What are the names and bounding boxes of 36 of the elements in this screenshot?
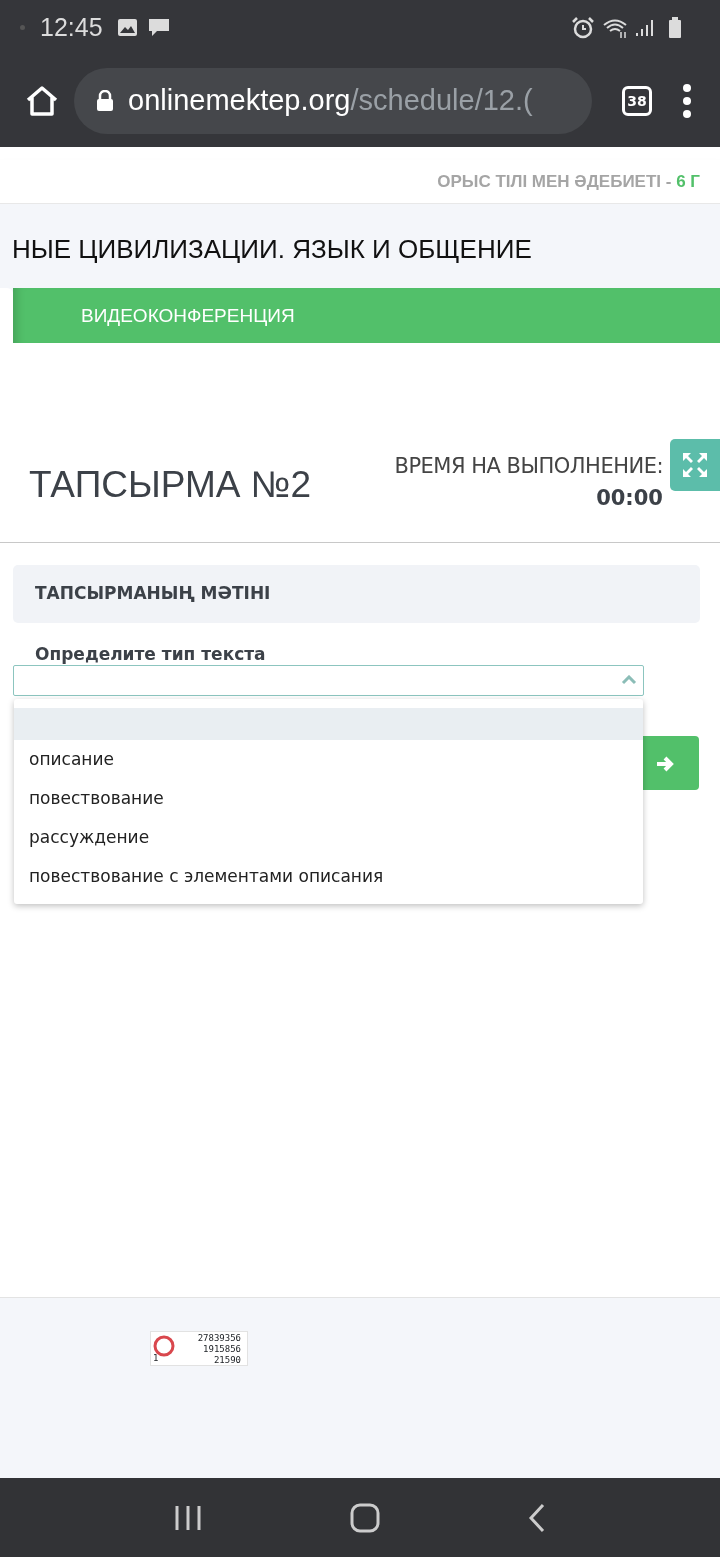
menu-icon[interactable] bbox=[682, 84, 692, 118]
home-button[interactable] bbox=[24, 84, 60, 118]
image-icon bbox=[116, 18, 138, 37]
dropdown-option[interactable]: описание bbox=[14, 740, 643, 779]
counter-number: 1915856 bbox=[202, 1344, 241, 1355]
back-icon[interactable] bbox=[528, 1502, 546, 1533]
signal-icon bbox=[634, 17, 654, 38]
timer-label: ВРЕМЯ НА ВЫПОЛНЕНИЕ: bbox=[394, 453, 663, 480]
status-dot-icon bbox=[20, 25, 25, 30]
lock-icon bbox=[96, 90, 114, 112]
timer-value: 00:00 bbox=[595, 484, 663, 512]
battery-icon bbox=[668, 16, 682, 39]
expand-icon bbox=[681, 451, 709, 479]
counter-digit: 1 bbox=[153, 1353, 159, 1364]
dropdown-option[interactable]: рассуждение bbox=[14, 818, 643, 857]
home-icon[interactable] bbox=[350, 1502, 380, 1533]
message-icon bbox=[147, 17, 170, 38]
subject-title: ОРЫС ТІЛІ МЕН ӘДЕБИЕТІ - 6 Г bbox=[437, 170, 700, 193]
lesson-title: НЫЕ ЦИВИЛИЗАЦИИ. ЯЗЫК И ОБЩЕНИЕ bbox=[11, 233, 533, 266]
address-bar[interactable]: onlinemektep.org/schedule/12.( bbox=[74, 68, 592, 134]
caret-icon bbox=[621, 675, 637, 685]
tabs-button[interactable]: 38 bbox=[622, 86, 652, 116]
task-title: ТАПСЫРМА №2 bbox=[29, 463, 313, 507]
counter-number: 27839356 bbox=[196, 1333, 241, 1344]
question-text: Определите тип текста bbox=[35, 642, 267, 665]
clock-time: 12:45 bbox=[40, 11, 103, 43]
select-field[interactable] bbox=[13, 664, 644, 696]
counter-number: 21590 bbox=[212, 1355, 241, 1366]
home-icon bbox=[25, 85, 59, 117]
dropdown-option[interactable]: повествование с элементами описания bbox=[14, 857, 643, 896]
alarm-icon bbox=[572, 16, 594, 39]
arrow-icon bbox=[656, 755, 674, 772]
url-text: onlinemektep.org/schedule/12.( bbox=[128, 83, 533, 119]
dropdown-option[interactable]: повествование bbox=[14, 779, 643, 818]
recent-apps-icon[interactable] bbox=[174, 1504, 202, 1531]
section-title: ТАПСЫРМАНЫҢ МӘТІНІ bbox=[13, 565, 700, 623]
